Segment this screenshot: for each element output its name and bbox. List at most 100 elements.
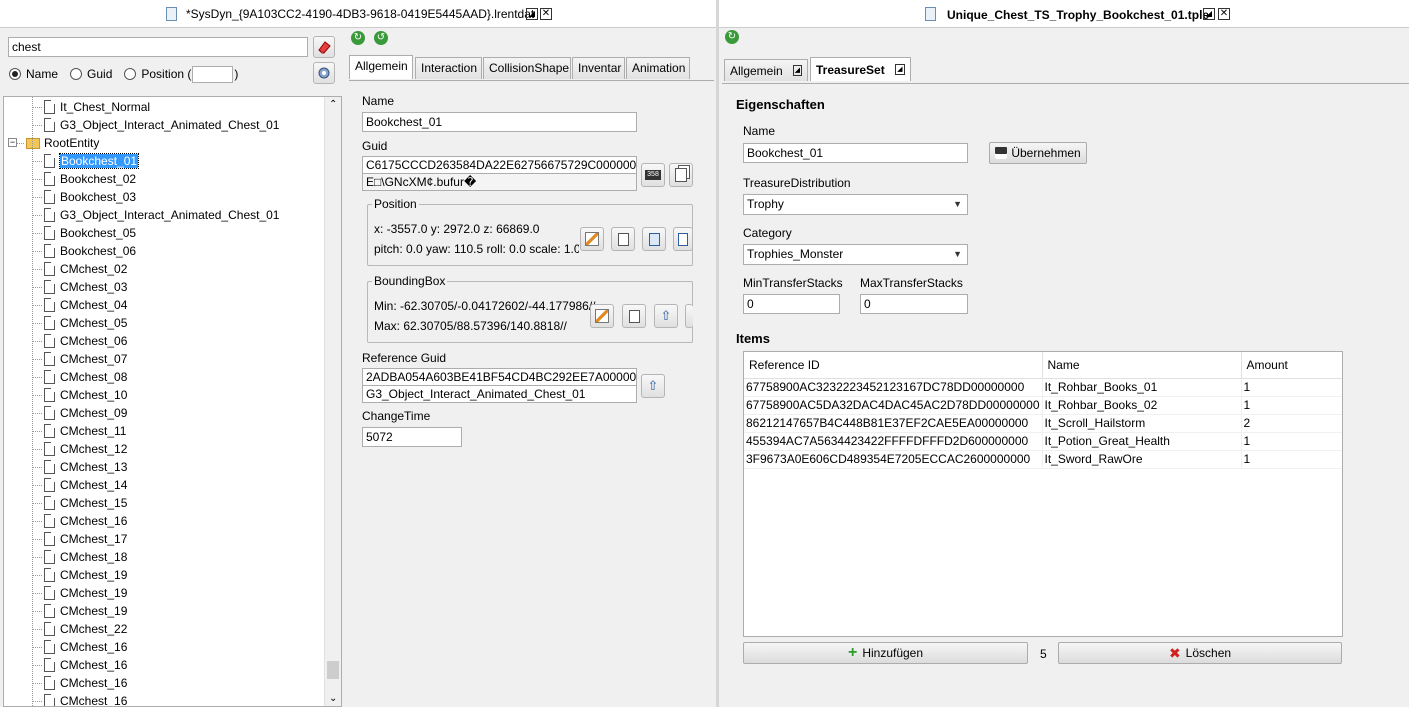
paste-position-button[interactable] bbox=[642, 227, 666, 251]
tree-item[interactable]: CMchest_14 bbox=[44, 476, 127, 494]
scroll-up-icon[interactable]: ⌃ bbox=[329, 99, 337, 110]
refresh-icon[interactable]: ↻ bbox=[351, 31, 365, 45]
copy-position-button[interactable] bbox=[611, 227, 635, 251]
apply-button[interactable]: Übernehmen bbox=[989, 142, 1087, 164]
tree-item[interactable]: Bookchest_06 bbox=[44, 242, 136, 260]
edit-bbox-button[interactable] bbox=[590, 304, 614, 328]
window-divider[interactable] bbox=[716, 0, 719, 707]
tree-item[interactable]: CMchest_16 bbox=[44, 692, 127, 706]
tree-item[interactable]: CMchest_16 bbox=[44, 512, 127, 530]
category-select[interactable]: Trophies_Monster ▼ bbox=[743, 244, 968, 265]
tree-item[interactable]: CMchest_10 bbox=[44, 386, 127, 404]
tree-item[interactable]: CMchest_06 bbox=[44, 332, 127, 350]
scroll-thumb[interactable] bbox=[327, 661, 339, 679]
delete-button[interactable]: ✖ Löschen bbox=[1058, 642, 1342, 664]
tree-item[interactable]: CMchest_03 bbox=[44, 278, 127, 296]
collapse-icon[interactable]: − bbox=[8, 138, 17, 147]
entity-tree[interactable]: It_Chest_Normal G3_Object_Interact_Animat… bbox=[3, 96, 342, 707]
table-row[interactable]: 86212147657B4C448B81E37EF2CAE5EA00000000… bbox=[744, 414, 1342, 433]
column-header-amount[interactable]: Amount bbox=[1241, 352, 1342, 379]
tree-item[interactable]: CMchest_15 bbox=[44, 494, 127, 512]
column-header-ref[interactable]: Reference ID bbox=[744, 352, 1043, 379]
position-radius-input[interactable] bbox=[192, 65, 234, 83]
tree-item[interactable]: Bookchest_03 bbox=[44, 188, 136, 206]
tree-item-label: CMchest_11 bbox=[60, 424, 127, 438]
radio-position[interactable] bbox=[124, 68, 137, 80]
tree-item[interactable]: CMchest_12 bbox=[44, 440, 127, 458]
radio-name[interactable] bbox=[9, 68, 21, 80]
table-row[interactable]: 3F9673A0E606CD489354E7205ECCAC2600000000… bbox=[744, 450, 1342, 469]
tree-item[interactable]: CMchest_04 bbox=[44, 296, 127, 314]
scroll-down-icon[interactable]: ⌄ bbox=[329, 693, 337, 704]
guid-copy-button[interactable] bbox=[669, 163, 693, 187]
tree-item[interactable]: CMchest_05 bbox=[44, 314, 127, 332]
tree-item[interactable]: CMchest_16 bbox=[44, 656, 127, 674]
tree-item[interactable]: CMchest_19 bbox=[44, 602, 127, 620]
export-bbox-button[interactable]: ⇧ bbox=[654, 304, 678, 328]
min-stacks-field[interactable]: 0 bbox=[743, 294, 840, 314]
close-icon[interactable]: ✕ bbox=[540, 8, 552, 20]
copy-bbox-button[interactable] bbox=[622, 304, 646, 328]
tree-item[interactable]: CMchest_16 bbox=[44, 674, 127, 692]
refguid-field[interactable]: 2ADBA054A603BE41BF54CD4BC292EE7A00000000 bbox=[362, 368, 637, 386]
add-button[interactable]: + Hinzufügen bbox=[743, 642, 1028, 664]
guid-field[interactable]: C6175CCCD263584DA22E62756675729C00000000 bbox=[362, 156, 637, 174]
max-stacks-field[interactable]: 0 bbox=[860, 294, 968, 314]
tree-connector bbox=[32, 269, 42, 270]
tab-interaction[interactable]: Interaction bbox=[415, 57, 482, 79]
search-input[interactable]: chest bbox=[8, 37, 308, 57]
search-options-button[interactable] bbox=[313, 62, 335, 84]
more-bbox-button[interactable] bbox=[685, 304, 693, 328]
tree-item[interactable]: CMchest_09 bbox=[44, 404, 127, 422]
tab-collisionshape[interactable]: CollisionShape bbox=[483, 57, 571, 79]
pin-icon[interactable]: ◢ bbox=[894, 64, 905, 75]
tab-right-allgemein[interactable]: Allgemein ◢ bbox=[724, 59, 808, 81]
tree-scrollbar[interactable]: ⌃ ⌄ bbox=[324, 97, 341, 706]
tree-item[interactable]: CMchest_17 bbox=[44, 530, 127, 548]
clear-search-button[interactable] bbox=[313, 36, 335, 58]
tree-item[interactable]: CMchest_19 bbox=[44, 584, 127, 602]
pin-icon[interactable]: ◢ bbox=[792, 65, 802, 76]
tree-item[interactable]: G3_Object_Interact_Animated_Chest_01 bbox=[44, 206, 279, 224]
tree-item[interactable]: CMchest_02 bbox=[44, 260, 127, 278]
reload-icon[interactable]: ↺ bbox=[374, 31, 388, 45]
tree-item[interactable]: It_Chest_Normal bbox=[44, 98, 150, 116]
refguid-goto-button[interactable]: ⇧ bbox=[641, 374, 665, 398]
tab-inventar[interactable]: Inventar bbox=[572, 57, 625, 79]
table-row[interactable]: 455394AC7A5634423422FFFFDFFFD2D600000000… bbox=[744, 432, 1342, 451]
tree-item[interactable]: CMchest_19 bbox=[44, 566, 127, 584]
tab-animation[interactable]: Animation bbox=[626, 57, 690, 79]
guid-format-button[interactable]: 358 bbox=[641, 163, 665, 187]
tree-item[interactable]: CMchest_08 bbox=[44, 368, 127, 386]
distribution-select[interactable]: Trophy ▼ bbox=[743, 194, 968, 215]
tree-item[interactable]: G3_Object_Interact_Animated_Chest_01 bbox=[44, 116, 279, 134]
radio-guid[interactable] bbox=[70, 68, 83, 80]
table-row[interactable]: 67758900AC3232223452123167DC78DD00000000… bbox=[744, 378, 1342, 397]
close-icon[interactable]: ✕ bbox=[1218, 8, 1230, 20]
tree-connector bbox=[32, 107, 42, 108]
pin-icon[interactable]: ◢ bbox=[1203, 8, 1215, 20]
tree-item[interactable]: CMchest_18 bbox=[44, 548, 127, 566]
tree-item[interactable]: CMchest_07 bbox=[44, 350, 127, 368]
right-name-field[interactable]: Bookchest_01 bbox=[743, 143, 968, 163]
pin-icon[interactable]: ◢ bbox=[526, 8, 538, 20]
tree-item[interactable]: Bookchest_05 bbox=[44, 224, 136, 242]
tree-item[interactable]: Bookchest_02 bbox=[44, 170, 136, 188]
refresh-icon[interactable]: ↻ bbox=[725, 30, 739, 44]
goto-position-button[interactable] bbox=[673, 227, 693, 251]
tree-item[interactable]: CMchest_13 bbox=[44, 458, 127, 476]
tree-item[interactable]: RootEntity bbox=[26, 134, 99, 152]
tree-item[interactable]: CMchest_11 bbox=[44, 422, 126, 440]
document-icon bbox=[44, 424, 55, 438]
changetime-field[interactable]: 5072 bbox=[362, 427, 462, 447]
tab-allgemein[interactable]: Allgemein bbox=[349, 55, 413, 79]
edit-position-button[interactable] bbox=[580, 227, 604, 251]
tab-treasureset[interactable]: TreasureSet ◢ bbox=[810, 57, 911, 81]
tree-item[interactable]: CMchest_22 bbox=[44, 620, 127, 638]
column-header-name[interactable]: Name bbox=[1042, 352, 1242, 379]
table-row[interactable]: 67758900AC5DA32DAC4DAC45AC2D78DD00000000… bbox=[744, 396, 1342, 415]
tree-item[interactable]: Bookchest_01 bbox=[44, 152, 140, 170]
tree-item[interactable]: CMchest_16 bbox=[44, 638, 127, 656]
name-field[interactable]: Bookchest_01 bbox=[362, 112, 637, 132]
tree-connector bbox=[32, 125, 42, 126]
